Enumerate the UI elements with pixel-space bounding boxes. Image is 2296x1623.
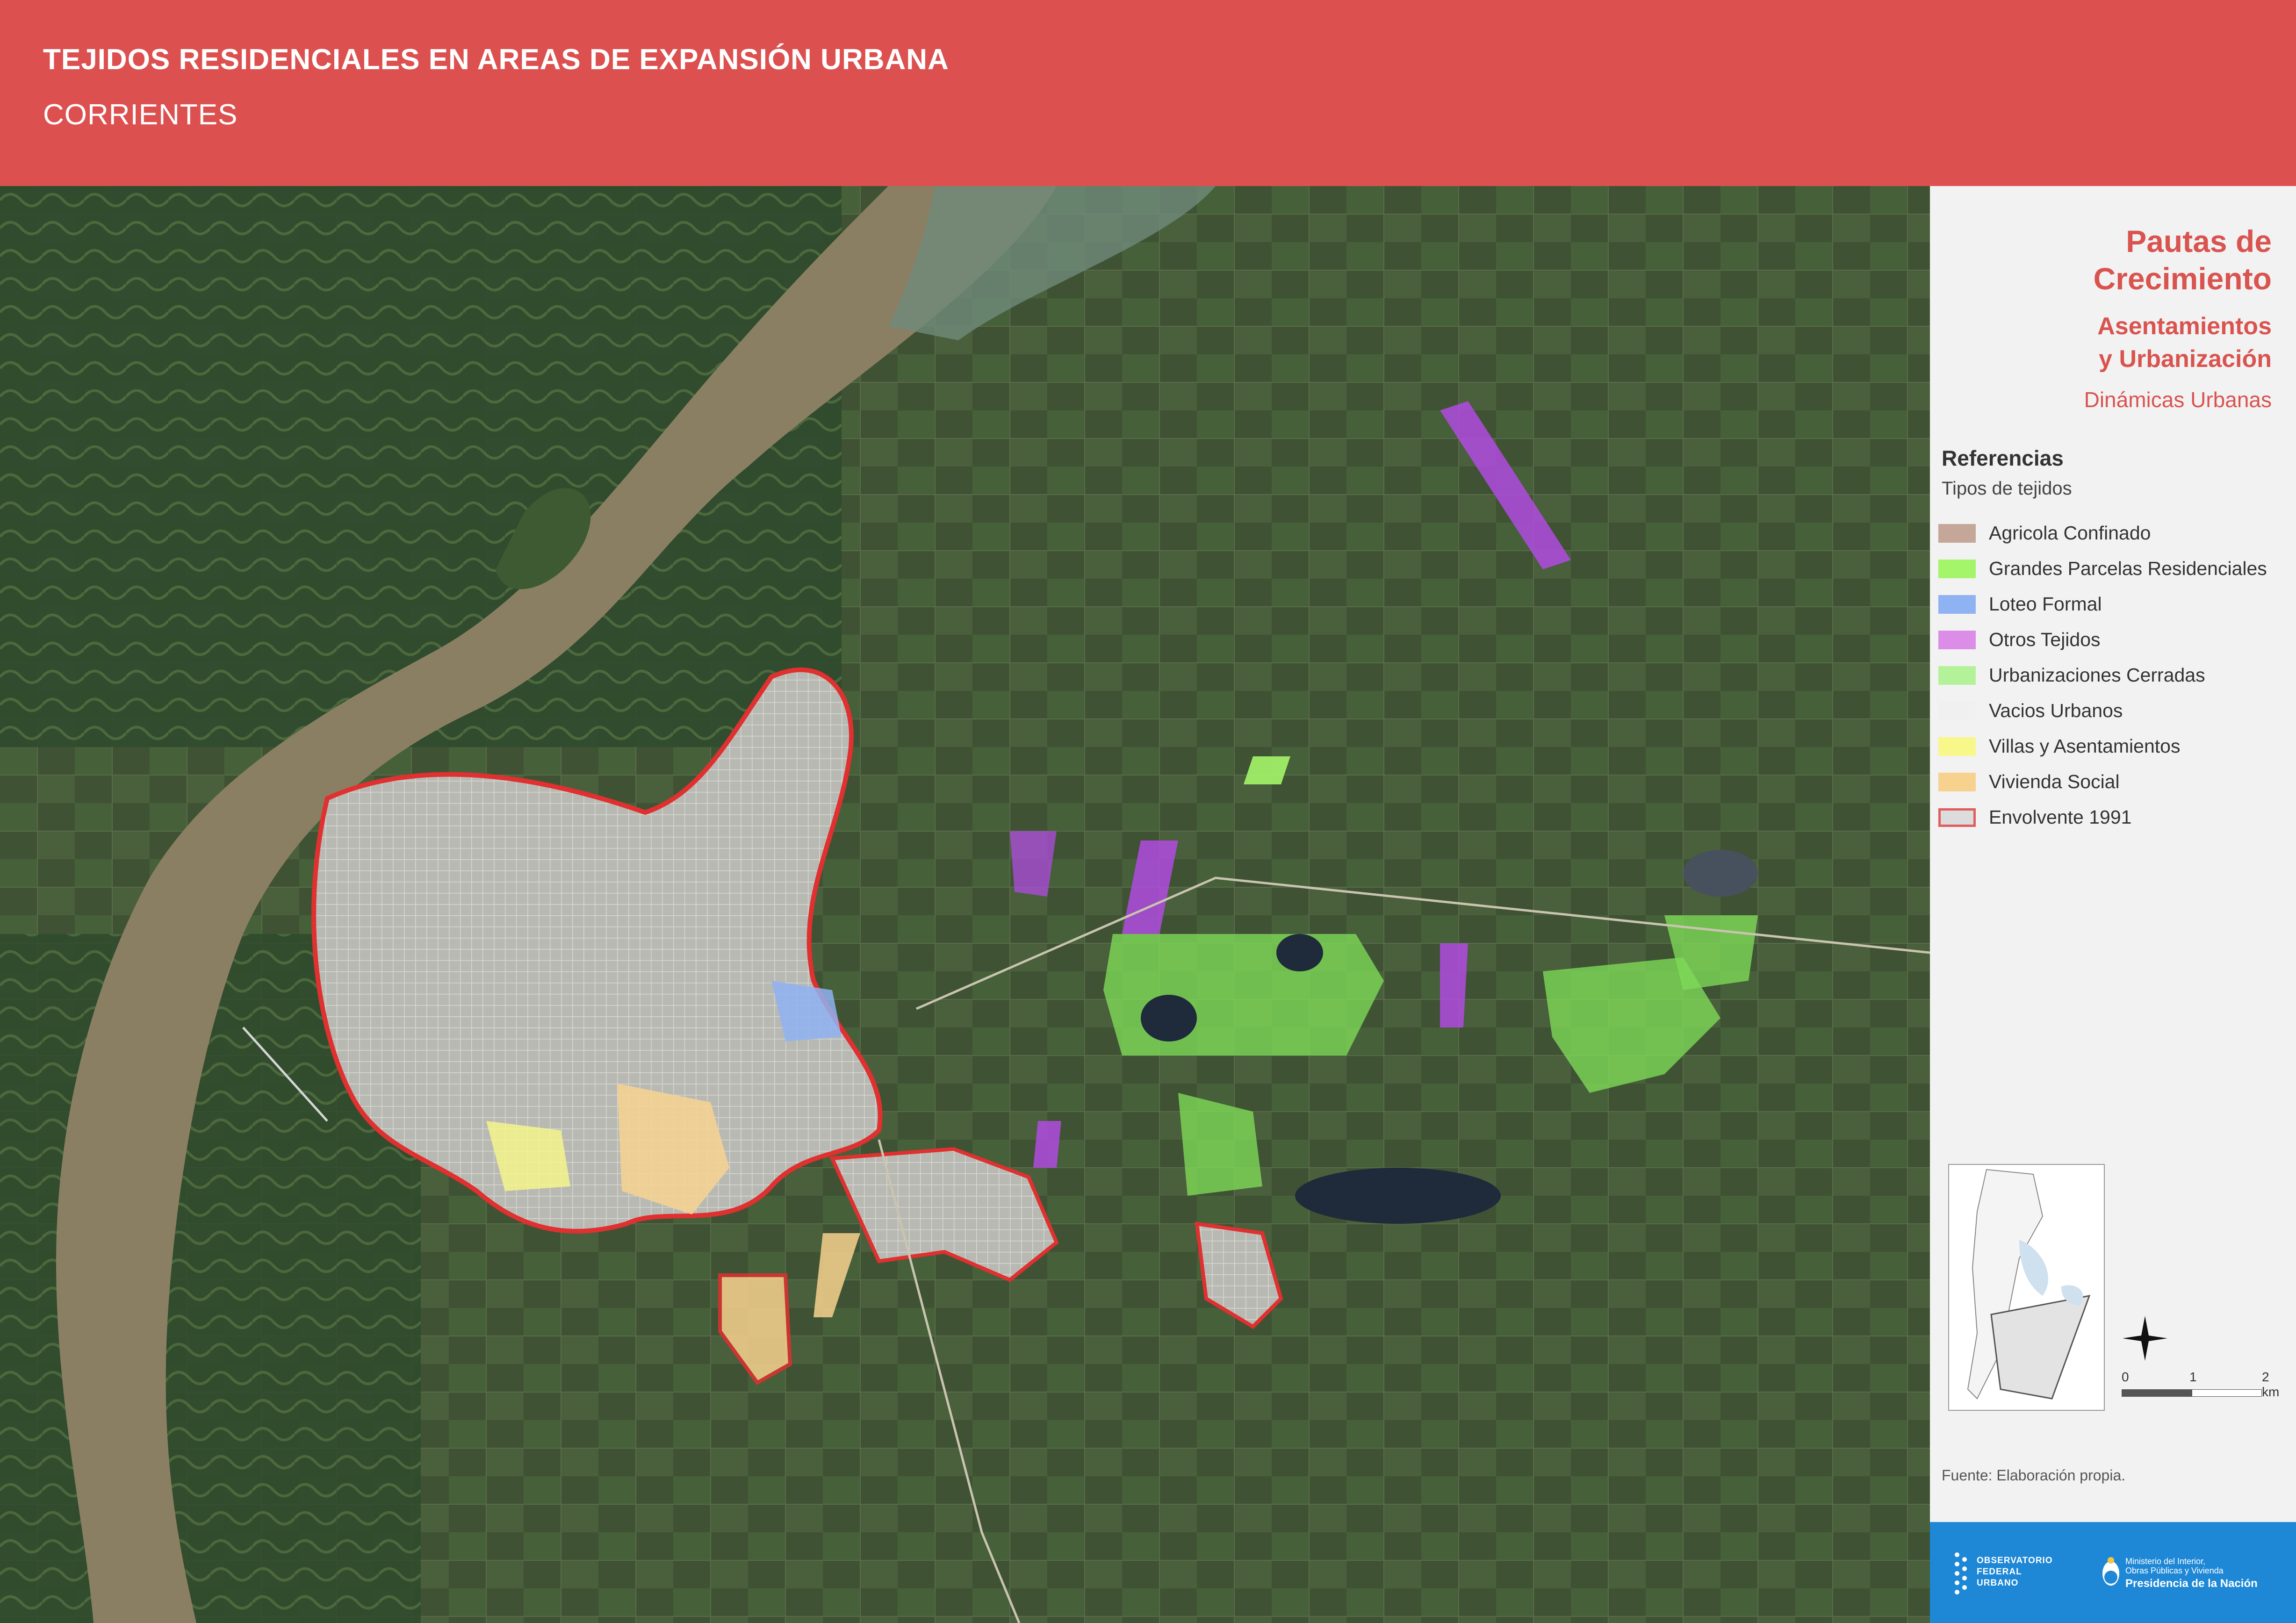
- legend-swatch: [1938, 524, 1976, 543]
- urbanizaciones-cerradas-1: [1103, 934, 1384, 1056]
- legend-label: Agricola Confinado: [1989, 522, 2151, 544]
- lagoon-1: [1295, 1168, 1501, 1224]
- header-band: TEJIDOS RESIDENCIALES EN AREAS DE EXPANS…: [0, 0, 2296, 186]
- observatorio-mark-icon: [1955, 1552, 1967, 1594]
- legend-label: Urbanizaciones Cerradas: [1989, 664, 2205, 686]
- scale-segment-light: [2192, 1389, 2262, 1397]
- north-arrow-icon: [2122, 1315, 2168, 1364]
- south-atlantic-shape: [2019, 1240, 2048, 1296]
- legend-swatch: [1938, 666, 1976, 685]
- observatorio-logo: [1952, 1550, 1980, 1599]
- section-title-line1: Asentamientos: [2097, 313, 2272, 340]
- section-title-line2: y Urbanización: [2099, 345, 2272, 373]
- legend-title: Referencias: [1942, 446, 2064, 470]
- scale-segment-dark: [2122, 1389, 2192, 1397]
- ministerio-line1: Ministerio del Interior,: [2125, 1557, 2206, 1566]
- observatorio-line2: FEDERAL: [1977, 1567, 2022, 1577]
- legend-label: Envolvente 1991: [1989, 806, 2132, 828]
- antarctic-sector: [1990, 1295, 2091, 1400]
- legend-label: Vivienda Social: [1989, 771, 2120, 792]
- side-panel: Pautas de Crecimiento Asentamientos y Ur…: [1930, 186, 2296, 1623]
- legend-label: Grandes Parcelas Residenciales: [1989, 558, 2267, 579]
- legend-label: Villas y Asentamientos: [1989, 735, 2181, 757]
- locator-map: [1948, 1164, 2105, 1411]
- panel-title-line1: Pautas de: [2126, 224, 2272, 259]
- source-note: Fuente: Elaboración propia.: [1942, 1467, 2126, 1484]
- presidencia-label: Presidencia de la Nación: [2125, 1577, 2258, 1590]
- legend-swatch: [1938, 737, 1976, 756]
- lagoon-3: [1683, 850, 1758, 897]
- legend-swatch: [1938, 595, 1976, 614]
- legend-label: Loteo Formal: [1989, 593, 2102, 615]
- scale-label-2: 2 km: [2262, 1370, 2280, 1399]
- legend-subtitle: Tipos de tejidos: [1942, 478, 2072, 499]
- observatorio-line3: URBANO: [1977, 1578, 2019, 1588]
- otros-tejidos-5: [1033, 1121, 1061, 1168]
- otros-tejidos-4: [1440, 943, 1468, 1027]
- ministerio-line2: Obras Públicas y Vivienda: [2125, 1566, 2224, 1575]
- map-title: TEJIDOS RESIDENCIALES EN AREAS DE EXPANS…: [43, 43, 949, 76]
- legend-swatch: [1938, 773, 1976, 791]
- category-label: Dinámicas Urbanas: [2084, 388, 2272, 412]
- scale-bar: 0 1 2 km: [2122, 1370, 2281, 1399]
- legend-swatch: [1938, 631, 1976, 649]
- footer-logos: OBSERVATORIO FEDERAL URBANO Ministerio d…: [1930, 1522, 2296, 1623]
- map-subtitle: CORRIENTES: [43, 99, 238, 131]
- argentina-coat-of-arms-icon: [2101, 1556, 2121, 1591]
- legend-swatch: [1938, 808, 1976, 827]
- legend-label: Vacios Urbanos: [1989, 700, 2123, 721]
- observatorio-line1: OBSERVATORIO: [1977, 1556, 2053, 1566]
- lagoon-4: [1276, 934, 1323, 971]
- lagoon-2: [1141, 995, 1197, 1041]
- scale-label-1: 1: [2189, 1370, 2197, 1384]
- legend-label: Otros Tejidos: [1989, 629, 2101, 650]
- satellite-map[interactable]: [0, 186, 1930, 1623]
- scale-label-0: 0: [2122, 1370, 2129, 1384]
- panel-title-line2: Crecimiento: [2093, 261, 2272, 296]
- legend-swatch: [1938, 560, 1976, 578]
- legend-swatch: [1938, 702, 1976, 720]
